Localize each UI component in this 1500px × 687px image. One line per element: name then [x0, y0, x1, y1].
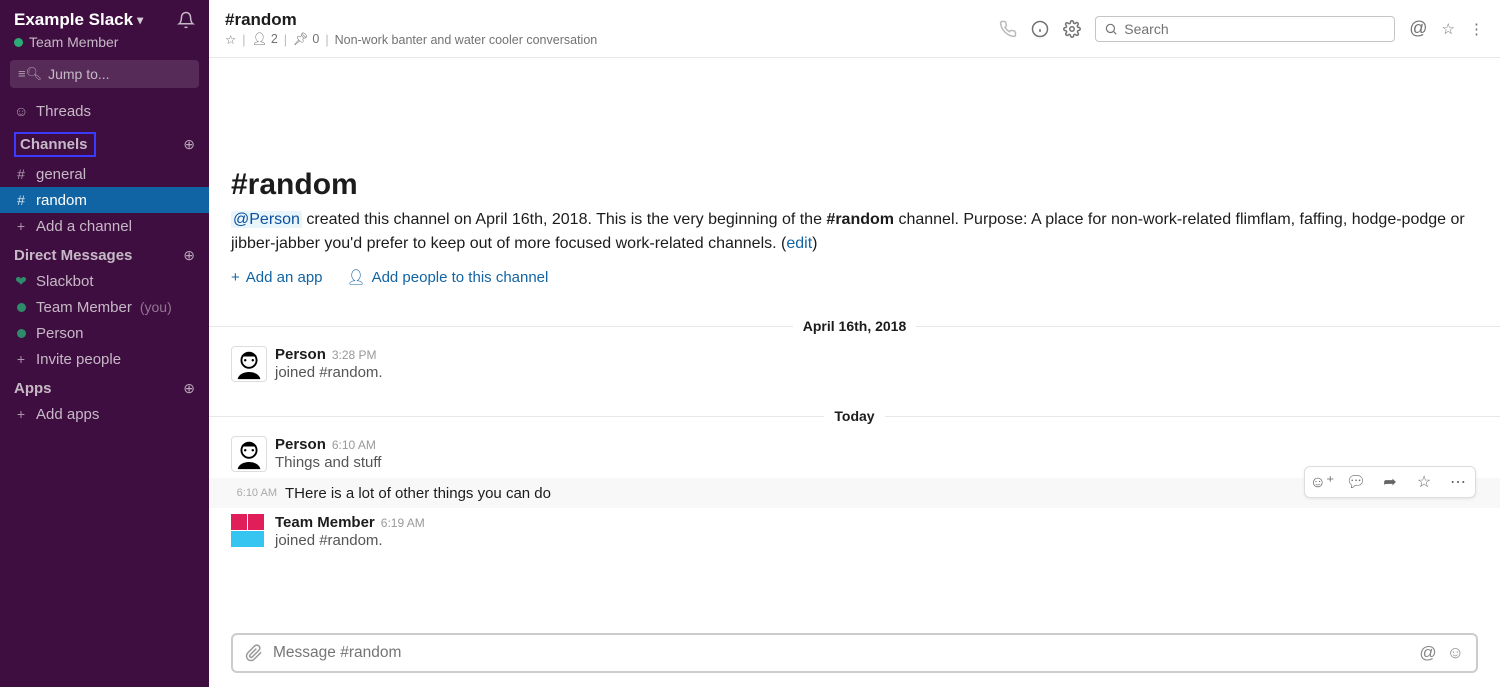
star-items-icon[interactable]: ☆	[1442, 20, 1455, 38]
invite-people-link[interactable]: + Invite people	[0, 346, 209, 372]
add-apps-link[interactable]: + Add apps	[0, 401, 209, 427]
mention-person[interactable]: @Person	[231, 211, 302, 228]
message-row[interactable]: Team Member 6:19 AM joined #random.	[209, 508, 1500, 556]
message-text: Things and stuff	[275, 454, 381, 471]
message-time: 6:10 AM	[231, 484, 277, 502]
call-icon[interactable]	[999, 20, 1017, 38]
dm-person[interactable]: Person	[0, 320, 209, 346]
star-icon[interactable]: ☆	[225, 32, 236, 47]
chevron-down-icon: ▾	[137, 13, 143, 27]
info-icon[interactable]	[1031, 20, 1049, 38]
search-box[interactable]: Search	[1095, 16, 1395, 42]
main-panel: #random ☆ | 👤︎ 2 | 📌︎ 0 | Non-work bante…	[209, 0, 1500, 687]
star-message-icon[interactable]: ☆	[1407, 467, 1441, 497]
message-time: 3:28 PM	[332, 348, 377, 362]
sidebar: Example Slack ▾ Team Member ≡🔍︎ Jump to.…	[0, 0, 209, 687]
threads-link[interactable]: ☺ Threads	[0, 98, 209, 124]
you-suffix: (you)	[140, 299, 172, 315]
apps-header[interactable]: Apps	[14, 380, 52, 397]
channel-general[interactable]: # general	[0, 161, 209, 187]
message-hover-toolbar: ☺⁺ 💬︎ ➦ ☆ ⋯	[1304, 466, 1476, 498]
mentions-icon[interactable]: @	[1409, 18, 1427, 39]
date-divider: April 16th, 2018	[209, 318, 1500, 334]
current-user-row[interactable]: Team Member	[0, 34, 209, 60]
new-dm-icon[interactable]: ⊕	[183, 247, 195, 264]
presence-active-icon	[14, 38, 23, 47]
add-people-link[interactable]: 👤︎Add people to this channel	[347, 268, 549, 286]
attach-file-icon[interactable]	[245, 644, 263, 662]
mention-icon[interactable]: @	[1419, 643, 1436, 663]
intro-body: @Person created this channel on April 16…	[231, 208, 1478, 256]
avatar[interactable]	[231, 346, 267, 382]
message-author[interactable]: Person	[275, 346, 326, 363]
date-label: Today	[824, 408, 884, 424]
more-actions-icon[interactable]: ⋮	[1469, 20, 1484, 38]
presence-active-icon	[14, 299, 28, 315]
add-channel-icon[interactable]: ⊕	[183, 136, 195, 153]
channel-random[interactable]: # random	[0, 187, 209, 213]
jump-placeholder: Jump to...	[48, 66, 109, 82]
avatar[interactable]	[231, 514, 267, 550]
person-add-icon: 👤︎	[347, 268, 366, 286]
dm-slackbot[interactable]: ❤ Slackbot	[0, 268, 209, 294]
channels-header[interactable]: Channels	[14, 132, 96, 157]
message-list[interactable]: #random @Person created this channel on …	[209, 58, 1500, 625]
share-message-icon[interactable]: ➦	[1373, 467, 1407, 497]
plus-icon: +	[14, 406, 28, 422]
plus-icon: +	[14, 218, 28, 234]
more-message-actions-icon[interactable]: ⋯	[1441, 467, 1475, 497]
date-label: April 16th, 2018	[793, 318, 917, 334]
emoji-picker-icon[interactable]: ☺	[1447, 643, 1464, 663]
add-channel-link[interactable]: + Add a channel	[0, 213, 209, 239]
plus-icon: +	[14, 351, 28, 367]
hash-icon: #	[14, 192, 28, 208]
threads-icon: ☺	[14, 103, 28, 119]
message-text: joined #random.	[275, 364, 383, 381]
message-time: 6:19 AM	[381, 516, 425, 530]
date-divider: Today	[209, 408, 1500, 424]
search-icon	[1104, 22, 1118, 36]
add-app-link[interactable]: +Add an app	[231, 268, 323, 286]
current-user-name: Team Member	[29, 34, 118, 50]
hash-icon: #	[14, 166, 28, 182]
person-icon: 👤︎	[251, 32, 267, 46]
pin-icon: 📌︎	[293, 32, 309, 46]
channel-intro: #random @Person created this channel on …	[209, 68, 1500, 298]
heart-icon: ❤	[14, 273, 28, 290]
channel-title[interactable]: #random	[225, 10, 597, 30]
direct-messages-header[interactable]: Direct Messages	[14, 247, 132, 264]
avatar[interactable]	[231, 436, 267, 472]
composer-wrap: @ ☺	[209, 625, 1500, 687]
message-author[interactable]: Team Member	[275, 514, 375, 531]
start-thread-icon[interactable]: 💬︎	[1339, 467, 1373, 497]
intro-title: #random	[231, 168, 1478, 202]
search-placeholder: Search	[1124, 21, 1168, 37]
jump-icon: ≡🔍︎	[18, 66, 42, 82]
channel-topic[interactable]: Non-work banter and water cooler convers…	[335, 33, 598, 47]
add-app-icon[interactable]: ⊕	[183, 380, 195, 397]
jump-to-input[interactable]: ≡🔍︎ Jump to...	[10, 60, 199, 88]
edit-purpose-link[interactable]: edit	[786, 235, 812, 252]
plus-icon: +	[231, 269, 240, 286]
settings-gear-icon[interactable]	[1063, 20, 1081, 38]
message-time: 6:10 AM	[332, 438, 376, 452]
message-text: THere is a lot of other things you can d…	[285, 485, 551, 502]
presence-active-icon	[14, 325, 28, 341]
notifications-bell-icon[interactable]	[177, 11, 195, 29]
message-text: joined #random.	[275, 532, 425, 549]
member-count[interactable]: 👤︎ 2	[251, 32, 277, 47]
message-row[interactable]: Person 3:28 PM joined #random.	[209, 340, 1500, 388]
message-composer[interactable]: @ ☺	[231, 633, 1478, 673]
pin-count[interactable]: 📌︎ 0	[293, 32, 319, 47]
message-input[interactable]	[273, 644, 1409, 662]
workspace-name: Example Slack	[14, 10, 133, 30]
workspace-switcher[interactable]: Example Slack ▾	[14, 10, 143, 30]
dm-team-member[interactable]: Team Member (you)	[0, 294, 209, 320]
channel-header: #random ☆ | 👤︎ 2 | 📌︎ 0 | Non-work bante…	[209, 0, 1500, 58]
add-reaction-icon[interactable]: ☺⁺	[1305, 467, 1339, 497]
message-author[interactable]: Person	[275, 436, 326, 453]
message-row[interactable]: 6:10 AM THere is a lot of other things y…	[209, 478, 1500, 508]
